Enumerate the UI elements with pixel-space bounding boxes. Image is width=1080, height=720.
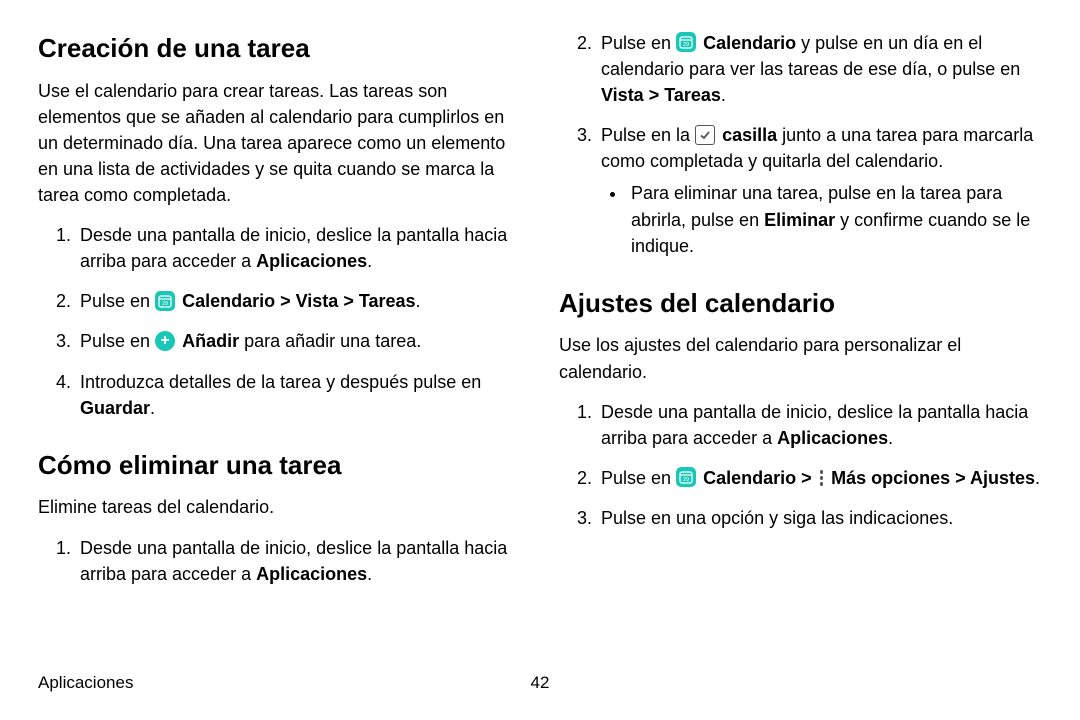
step-1: Desde una pantalla de inicio, deslice la… [76, 222, 521, 274]
heading-delete-task: Cómo eliminar una tarea [38, 447, 521, 485]
steps-calendar-settings: Desde una pantalla de inicio, deslice la… [559, 399, 1042, 531]
intro-create-task: Use el calendario para crear tareas. Las… [38, 78, 521, 208]
delete-substeps: Para eliminar una tarea, pulse en la tar… [601, 180, 1042, 258]
delete-step-3: Pulse en la casilla junto a una tarea pa… [597, 122, 1042, 258]
steps-create-task: Desde una pantalla de inicio, deslice la… [38, 222, 521, 421]
plus-icon: + [155, 331, 175, 351]
settings-step-2: Pulse en 29 Calendario > Más opciones > … [597, 465, 1042, 491]
intro-calendar-settings: Use los ajustes del calendario para pers… [559, 332, 1042, 384]
steps-delete-task-cont: Pulse en 29 Calendario y pulse en un día… [559, 30, 1042, 259]
svg-text:29: 29 [683, 477, 689, 483]
footer-page-number: 42 [531, 671, 550, 696]
svg-text:29: 29 [162, 301, 168, 307]
step-4: Introduzca detalles de la tarea y despué… [76, 369, 521, 421]
step-3: Pulse en + Añadir para añadir una tarea. [76, 328, 521, 354]
settings-step-3: Pulse en una opción y siga las indicacio… [597, 505, 1042, 531]
delete-step-1: Desde una pantalla de inicio, deslice la… [76, 535, 521, 587]
delete-bullet: Para eliminar una tarea, pulse en la tar… [627, 180, 1042, 258]
settings-step-1: Desde una pantalla de inicio, deslice la… [597, 399, 1042, 451]
page-columns: Creación de una tarea Use el calendario … [38, 30, 1042, 601]
right-column: Pulse en 29 Calendario y pulse en un día… [559, 30, 1042, 601]
steps-delete-task-start: Desde una pantalla de inicio, deslice la… [38, 535, 521, 587]
more-options-icon [820, 470, 824, 486]
intro-delete-task: Elimine tareas del calendario. [38, 494, 521, 520]
footer-section: Aplicaciones [38, 671, 133, 696]
checkbox-icon [695, 125, 715, 145]
step-2: Pulse en 29 Calendario > Vista > Tareas. [76, 288, 521, 314]
page-footer: Aplicaciones 42 [38, 671, 1042, 696]
heading-calendar-settings: Ajustes del calendario [559, 285, 1042, 323]
calendar-icon: 29 [676, 467, 696, 487]
left-column: Creación de una tarea Use el calendario … [38, 30, 521, 601]
delete-step-2: Pulse en 29 Calendario y pulse en un día… [597, 30, 1042, 108]
svg-text:29: 29 [683, 42, 689, 48]
calendar-icon: 29 [676, 32, 696, 52]
heading-create-task: Creación de una tarea [38, 30, 521, 68]
calendar-icon: 29 [155, 291, 175, 311]
